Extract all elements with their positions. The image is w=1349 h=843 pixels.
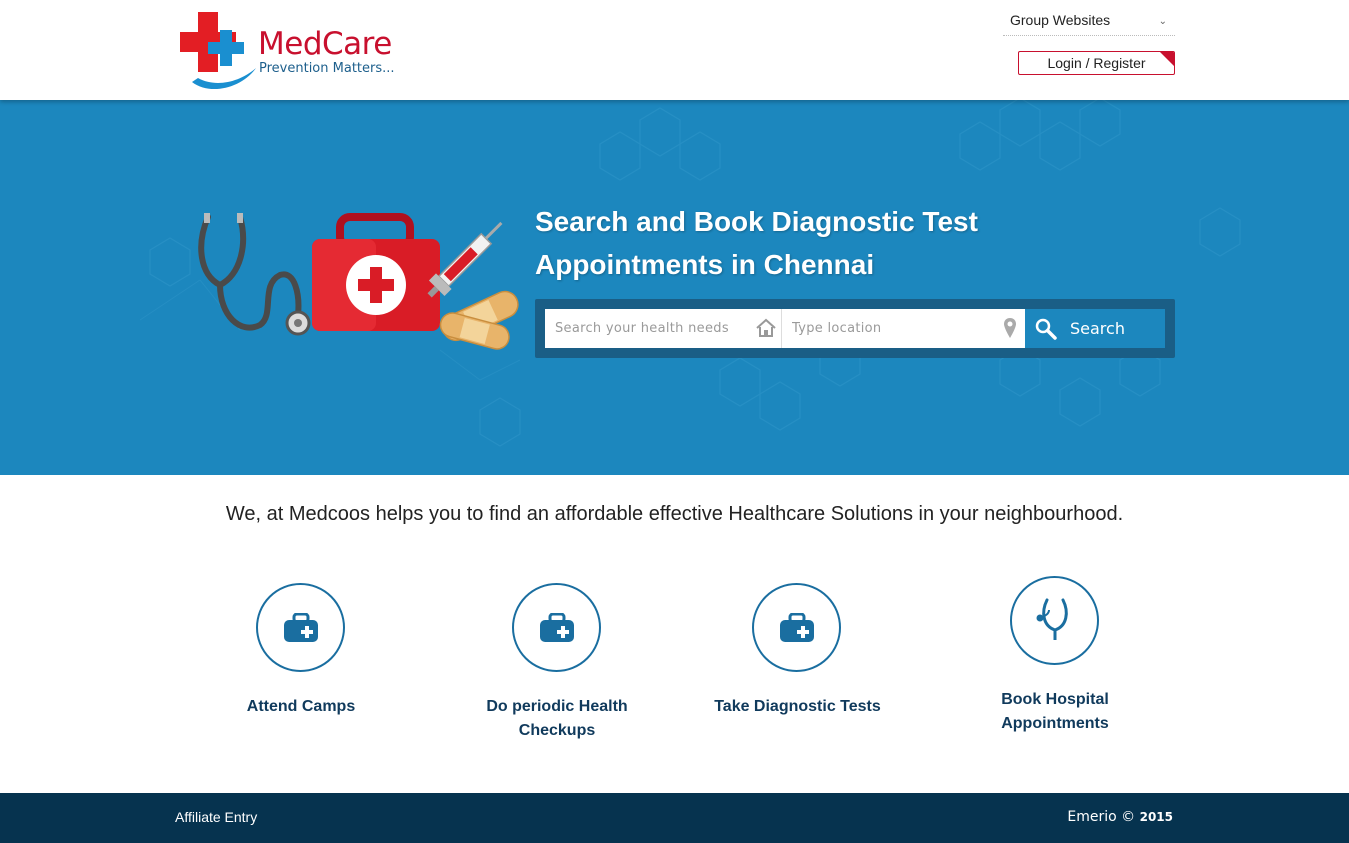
corner-flag-decoration: [1160, 52, 1174, 66]
feature-diagnostic-tests[interactable]: Take Diagnostic Tests: [705, 583, 890, 723]
feature-label-line1: Attend Camps: [246, 698, 356, 715]
location-field: [781, 309, 1025, 348]
feature-icon-circle: [1010, 576, 1099, 665]
feature-icon-circle: [752, 583, 841, 672]
hero-title: Search and Book Diagnostic Test Appointm…: [535, 200, 1155, 286]
feature-label-line2: Checkups: [518, 722, 596, 739]
feature-label: Book Hospital Appointments: [985, 688, 1125, 736]
medical-kit-icon: [539, 612, 574, 642]
login-register-button[interactable]: Login / Register: [1018, 51, 1175, 75]
medcare-logo[interactable]: MedCare Prevention Matters...: [180, 12, 400, 94]
location-input[interactable]: [782, 309, 982, 348]
chevron-down-icon: ⌄: [1158, 16, 1167, 27]
feature-label: Do periodic Health Checkups: [477, 695, 637, 743]
copyright-brand: Emerio: [1067, 809, 1117, 825]
group-websites-dropdown[interactable]: Group Websites ⌄: [1003, 8, 1175, 36]
feature-label-line1: Book Hospital: [1001, 691, 1109, 708]
site-header: MedCare Prevention Matters... Group Webs…: [0, 0, 1349, 100]
health-search-field: [545, 309, 781, 348]
intro-text: We, at Medcoos helps you to find an affo…: [225, 503, 1124, 525]
medical-kit-icon: [779, 612, 814, 642]
health-search-input[interactable]: [545, 309, 745, 348]
feature-attend-camps[interactable]: Attend Camps: [240, 583, 362, 723]
feature-label: Attend Camps: [240, 695, 362, 719]
hero-title-line1: Search and Book Diagnostic Test: [535, 206, 978, 237]
feature-label-line2: Appointments: [1001, 715, 1109, 732]
site-footer: Affiliate Entry Emerio © 2015: [0, 793, 1349, 843]
search-icon: [1035, 318, 1057, 340]
feature-icon-circle: [512, 583, 601, 672]
hero-banner: Search and Book Diagnostic Test Appointm…: [0, 100, 1349, 475]
feature-periodic-health-checkups[interactable]: Do periodic Health Checkups: [477, 583, 637, 743]
feature-label-line1: Do periodic Health: [486, 698, 628, 715]
brand-tagline: Prevention Matters...: [259, 61, 395, 76]
copyright-text: Emerio © 2015: [1067, 809, 1173, 825]
search-button-label: Search: [1070, 319, 1125, 338]
copyright-year: 2015: [1139, 810, 1173, 824]
medical-kit-icon: [283, 612, 318, 642]
search-bar: Search: [535, 299, 1175, 358]
login-register-label: Login / Register: [1047, 55, 1146, 71]
search-button[interactable]: Search: [1025, 309, 1165, 348]
location-pin-icon: [1004, 318, 1016, 338]
feature-label-line1: Take Diagnostic Tests: [714, 698, 881, 715]
medical-cross-logo-icon: [180, 12, 256, 90]
feature-icon-circle: [256, 583, 345, 672]
medical-supplies-illustration: [198, 213, 519, 350]
copyright-symbol: ©: [1121, 809, 1136, 825]
stethoscope-icon: [1036, 598, 1068, 640]
home-icon: [756, 318, 776, 337]
group-websites-label: Group Websites: [1010, 12, 1111, 28]
brand-name: MedCare: [258, 26, 392, 62]
affiliate-entry-link[interactable]: Affiliate Entry: [175, 809, 257, 825]
hero-title-line2: Appointments in Chennai: [535, 249, 875, 280]
feature-label: Take Diagnostic Tests: [705, 695, 890, 719]
feature-book-hospital-appointments[interactable]: Book Hospital Appointments: [985, 576, 1125, 736]
